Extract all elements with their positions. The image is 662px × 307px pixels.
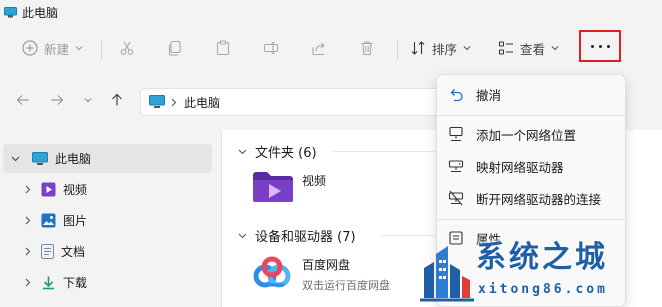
group-title: 文件夹 (6) <box>255 146 317 161</box>
chevron-down-icon <box>551 46 559 51</box>
sidebar-item-label: 视频 <box>63 183 88 197</box>
watermark: 系统之城 xitong86.com <box>418 236 662 307</box>
menu-item-label: 添加一个网络位置 <box>476 127 577 143</box>
undo-icon <box>450 89 463 102</box>
cut-button[interactable] <box>119 34 135 62</box>
chevron-right-icon[interactable] <box>25 247 31 256</box>
tile-label: 视频 <box>302 173 327 188</box>
add-circle-icon <box>22 40 38 56</box>
watermark-title: 系统之城 <box>476 240 608 275</box>
ellipsis-dot <box>590 44 594 48</box>
rename-icon <box>263 41 279 55</box>
sort-button[interactable]: 排序 <box>410 34 471 62</box>
disconnect-drive-icon <box>448 190 464 206</box>
sidebar-item-videos[interactable]: 视频 <box>0 175 212 204</box>
sidebar-item-this-pc[interactable]: 此电脑 <box>3 144 212 173</box>
city-logo-icon <box>420 246 474 302</box>
menu-item-label: 撤消 <box>476 87 502 103</box>
rename-button[interactable] <box>263 34 279 62</box>
recent-locations-chevron-icon[interactable] <box>84 96 92 104</box>
documents-folder-icon <box>41 244 54 259</box>
view-button[interactable]: 查看 <box>498 34 559 62</box>
menu-item-label: 断开网络驱动器的连接 <box>476 191 602 207</box>
ellipsis-dot <box>598 44 602 48</box>
network-location-icon <box>449 126 463 142</box>
device-tile-baidu-netdisk[interactable]: 百度网盘 双击运行百度网盘 <box>252 254 390 294</box>
video-folder-icon <box>253 172 293 202</box>
view-label: 查看 <box>520 41 546 57</box>
new-label: 新建 <box>44 41 70 57</box>
computer-icon <box>4 6 17 17</box>
copy-icon <box>168 40 181 56</box>
sort-icon <box>411 41 425 55</box>
command-bar: 新建 排序 查看 <box>0 24 662 74</box>
view-layout-icon <box>498 41 513 55</box>
menu-item-map-network-drive[interactable]: 映射网络驱动器 <box>437 151 625 181</box>
chevron-down-icon[interactable] <box>238 149 247 155</box>
new-button[interactable]: 新建 <box>22 34 83 62</box>
up-arrow-icon[interactable] <box>110 93 124 107</box>
chevron-right-icon <box>171 98 177 106</box>
paste-button[interactable] <box>215 34 231 62</box>
chevron-down-icon[interactable] <box>238 233 247 239</box>
sidebar-item-label: 文档 <box>61 245 86 259</box>
forward-arrow-icon[interactable] <box>50 93 64 107</box>
watermark-url: xitong86.com <box>478 282 608 297</box>
menu-separator <box>437 219 625 220</box>
menu-item-undo[interactable]: 撤消 <box>437 79 625 109</box>
scissors-icon <box>120 41 134 55</box>
delete-button[interactable] <box>359 34 375 62</box>
computer-icon <box>32 151 48 165</box>
folders-group-header[interactable]: 文件夹 (6) <box>238 142 317 161</box>
chevron-right-icon[interactable] <box>25 278 31 287</box>
address-path: 此电脑 <box>184 95 221 110</box>
tile-label: 百度网盘 <box>302 257 351 272</box>
sidebar-item-label: 图片 <box>63 214 88 228</box>
computer-icon <box>149 95 165 108</box>
trash-icon <box>361 41 373 56</box>
download-folder-icon <box>43 276 54 290</box>
sidebar-item-downloads[interactable]: 下载 <box>0 268 212 297</box>
chevron-right-icon[interactable] <box>25 216 31 225</box>
chevron-down-icon <box>463 46 471 51</box>
folder-tile-videos[interactable]: 视频 <box>252 170 326 204</box>
back-arrow-icon[interactable] <box>16 93 30 107</box>
sidebar-item-label: 下载 <box>63 276 88 290</box>
pictures-folder-icon <box>41 213 56 228</box>
share-button[interactable] <box>311 34 327 62</box>
chevron-down-icon[interactable] <box>11 156 20 162</box>
tile-sublabel: 双击运行百度网盘 <box>302 278 390 292</box>
group-title: 设备和驱动器 (7) <box>255 230 356 245</box>
map-drive-icon <box>448 160 464 173</box>
paste-icon <box>216 40 230 56</box>
menu-item-disconnect-network-drive[interactable]: 断开网络驱动器的连接 <box>437 183 625 213</box>
sort-label: 排序 <box>432 41 458 57</box>
sidebar-item-documents[interactable]: 文档 <box>0 237 212 266</box>
video-folder-icon <box>41 182 56 197</box>
baidu-netdisk-icon <box>253 256 291 288</box>
ellipsis-dot <box>606 44 610 48</box>
title-bar: 此电脑 <box>0 0 662 24</box>
sidebar-item-pictures[interactable]: 图片 <box>0 206 212 235</box>
menu-item-add-network-location[interactable]: 添加一个网络位置 <box>437 119 625 149</box>
menu-item-label: 映射网络驱动器 <box>476 159 564 175</box>
copy-button[interactable] <box>167 34 183 62</box>
menu-separator <box>437 115 625 116</box>
window-title: 此电脑 <box>22 5 59 20</box>
navigation-pane: 此电脑 视频 图片 文档 下载 <box>0 138 212 307</box>
devices-group-header[interactable]: 设备和驱动器 (7) <box>238 226 356 245</box>
chevron-down-icon <box>75 46 83 51</box>
chevron-right-icon[interactable] <box>25 185 31 194</box>
toolbar-divider <box>397 40 398 60</box>
more-options-button[interactable] <box>579 30 621 62</box>
sidebar-item-label: 此电脑 <box>55 152 92 166</box>
toolbar-divider <box>101 40 102 60</box>
share-icon <box>312 42 325 56</box>
